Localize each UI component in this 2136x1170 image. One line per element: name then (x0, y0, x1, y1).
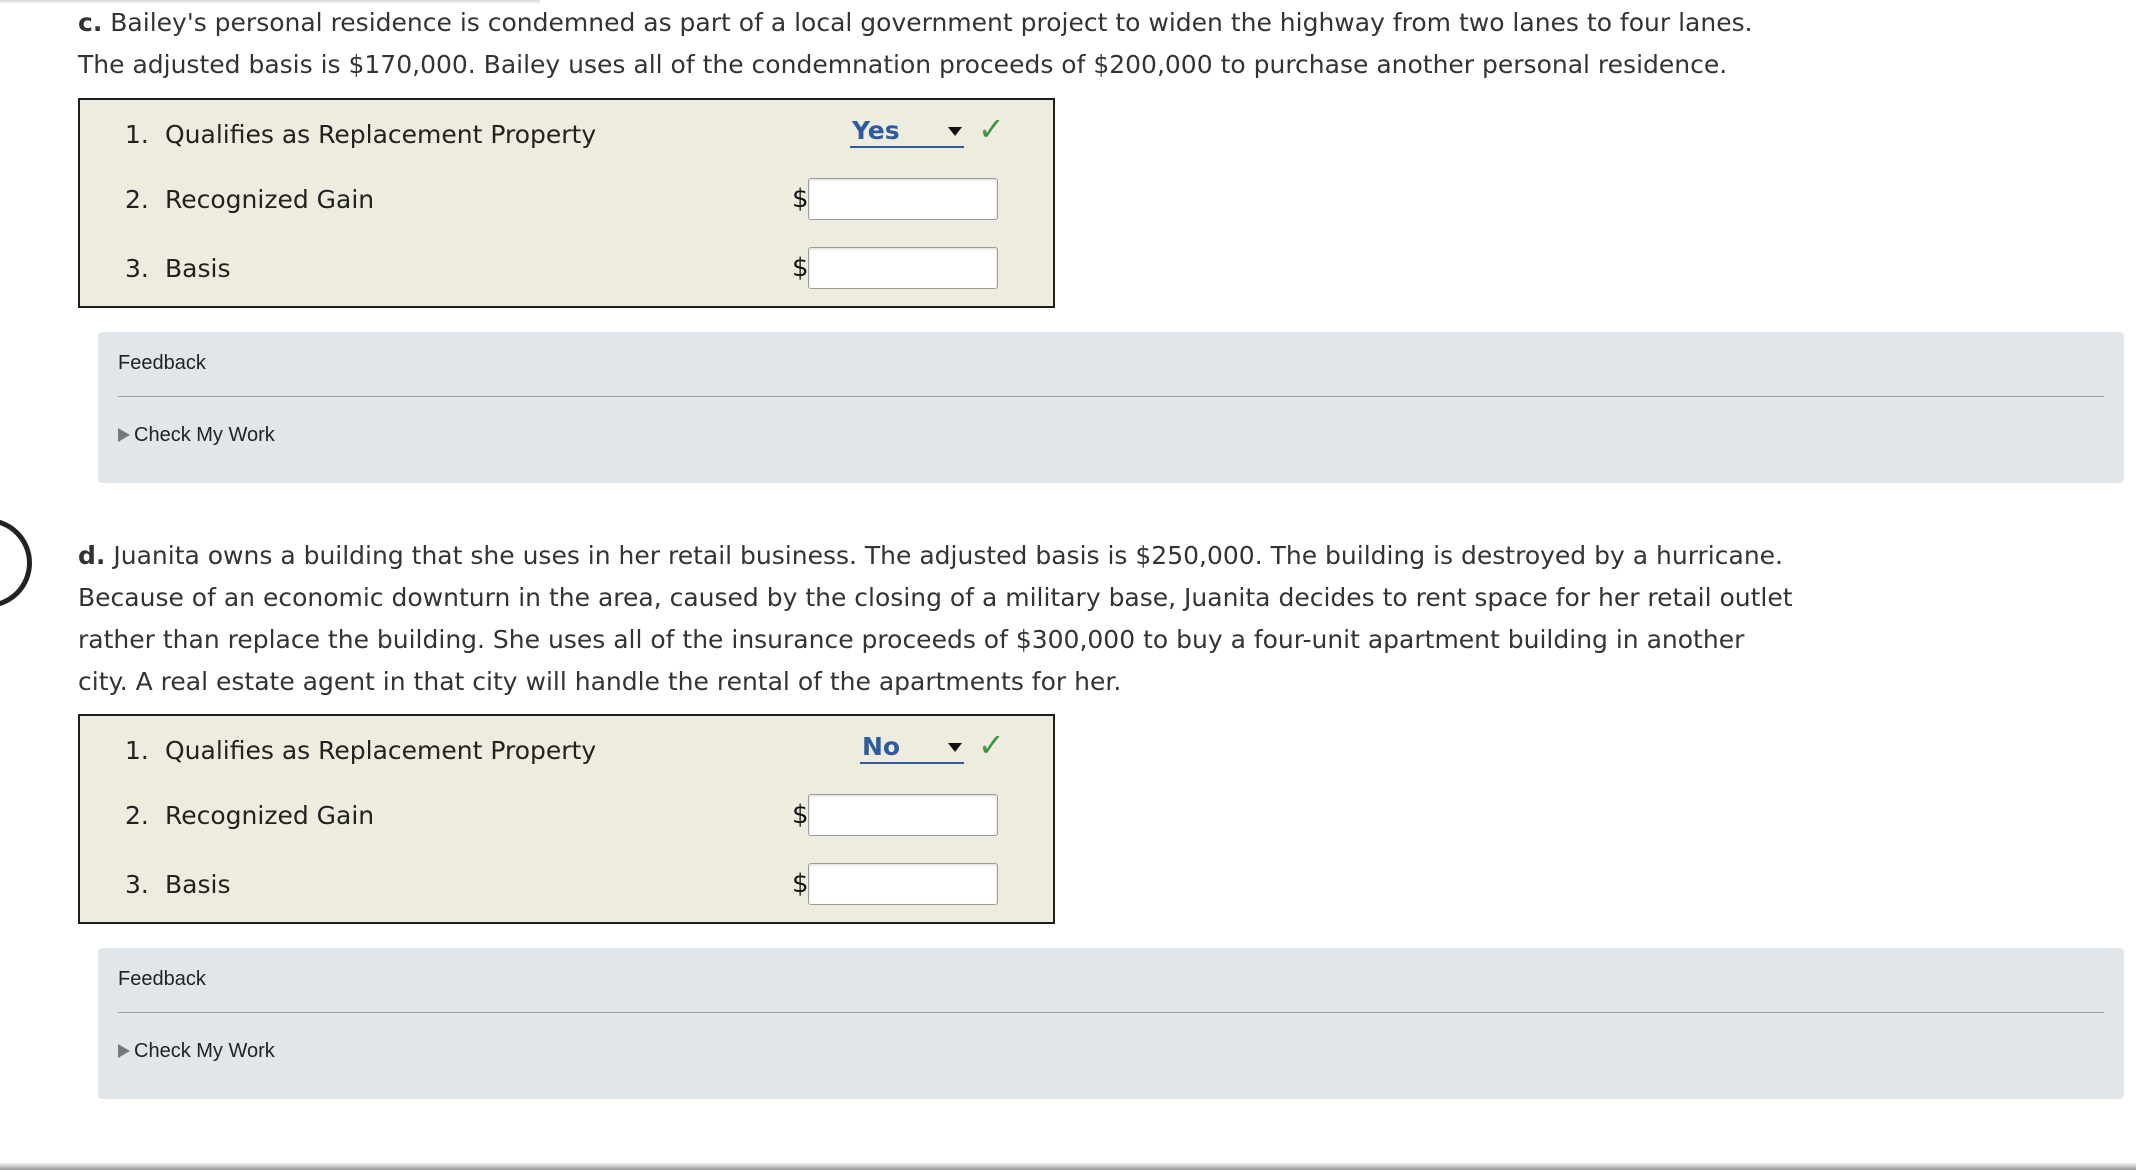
row-number: 2. (125, 185, 149, 214)
check-my-work-toggle-d[interactable]: Check My Work (118, 1040, 275, 1063)
row-label: Recognized Gain (165, 185, 375, 214)
question-d-letter: d. (78, 541, 106, 570)
row-number: 2. (125, 801, 149, 830)
row-number: 3. (125, 254, 149, 283)
feedback-panel-c: Feedback Check My Work (98, 332, 2124, 483)
caret-down-icon (948, 743, 962, 752)
dropdown-value: No (862, 732, 901, 761)
triangle-right-icon (118, 1044, 130, 1058)
bottom-scroll-shadow (0, 1162, 2136, 1170)
recognized-gain-input-c[interactable] (808, 178, 998, 220)
row-label: Qualifies as Replacement Property (165, 120, 597, 149)
feedback-panel-d: Feedback Check My Work (98, 948, 2124, 1099)
question-d-text: Juanita owns a building that she uses in… (78, 541, 1793, 696)
check-my-work-toggle-c[interactable]: Check My Work (118, 424, 275, 447)
triangle-right-icon (118, 428, 130, 442)
basis-input-c[interactable] (808, 247, 998, 289)
divider (118, 1012, 2104, 1013)
caret-down-icon (948, 127, 962, 136)
side-nav-circle[interactable] (0, 518, 32, 608)
dropdown-value: Yes (852, 116, 900, 145)
row-label: Basis (165, 870, 231, 899)
question-c-text: Bailey's personal residence is condemned… (78, 8, 1753, 79)
currency-symbol: $ (792, 253, 809, 283)
question-c: c. Bailey's personal residence is condem… (78, 2, 1798, 86)
check-my-work-label: Check My Work (134, 424, 275, 446)
check-my-work-label: Check My Work (134, 1040, 275, 1062)
row-basis-c: 3. Basis (125, 254, 230, 283)
row-recognized-gain-d: 2. Recognized Gain (125, 801, 374, 830)
recognized-gain-input-d[interactable] (808, 794, 998, 836)
qualifies-dropdown-c[interactable]: Yes (850, 116, 964, 148)
row-number: 3. (125, 870, 149, 899)
row-label: Qualifies as Replacement Property (165, 736, 597, 765)
question-c-letter: c. (78, 8, 103, 37)
row-number: 1. (125, 120, 149, 149)
row-qualifies-c: 1. Qualifies as Replacement Property (125, 120, 596, 149)
feedback-title: Feedback (118, 352, 206, 374)
row-label: Recognized Gain (165, 801, 375, 830)
row-recognized-gain-c: 2. Recognized Gain (125, 185, 374, 214)
answer-box-c: 1. Qualifies as Replacement Property Yes … (78, 98, 1055, 308)
divider (118, 396, 2104, 397)
question-d: d. Juanita owns a building that she uses… (78, 535, 1798, 703)
answer-box-d: 1. Qualifies as Replacement Property No ✓… (78, 714, 1055, 924)
qualifies-dropdown-d[interactable]: No (860, 732, 964, 764)
row-number: 1. (125, 736, 149, 765)
checkmark-icon: ✓ (978, 110, 1005, 148)
currency-symbol: $ (792, 869, 809, 899)
row-qualifies-d: 1. Qualifies as Replacement Property (125, 736, 596, 765)
row-label: Basis (165, 254, 231, 283)
checkmark-icon: ✓ (978, 726, 1005, 764)
currency-symbol: $ (792, 184, 809, 214)
basis-input-d[interactable] (808, 863, 998, 905)
row-basis-d: 3. Basis (125, 870, 230, 899)
page: c. Bailey's personal residence is condem… (0, 0, 2136, 1170)
currency-symbol: $ (792, 800, 809, 830)
feedback-title: Feedback (118, 968, 206, 990)
